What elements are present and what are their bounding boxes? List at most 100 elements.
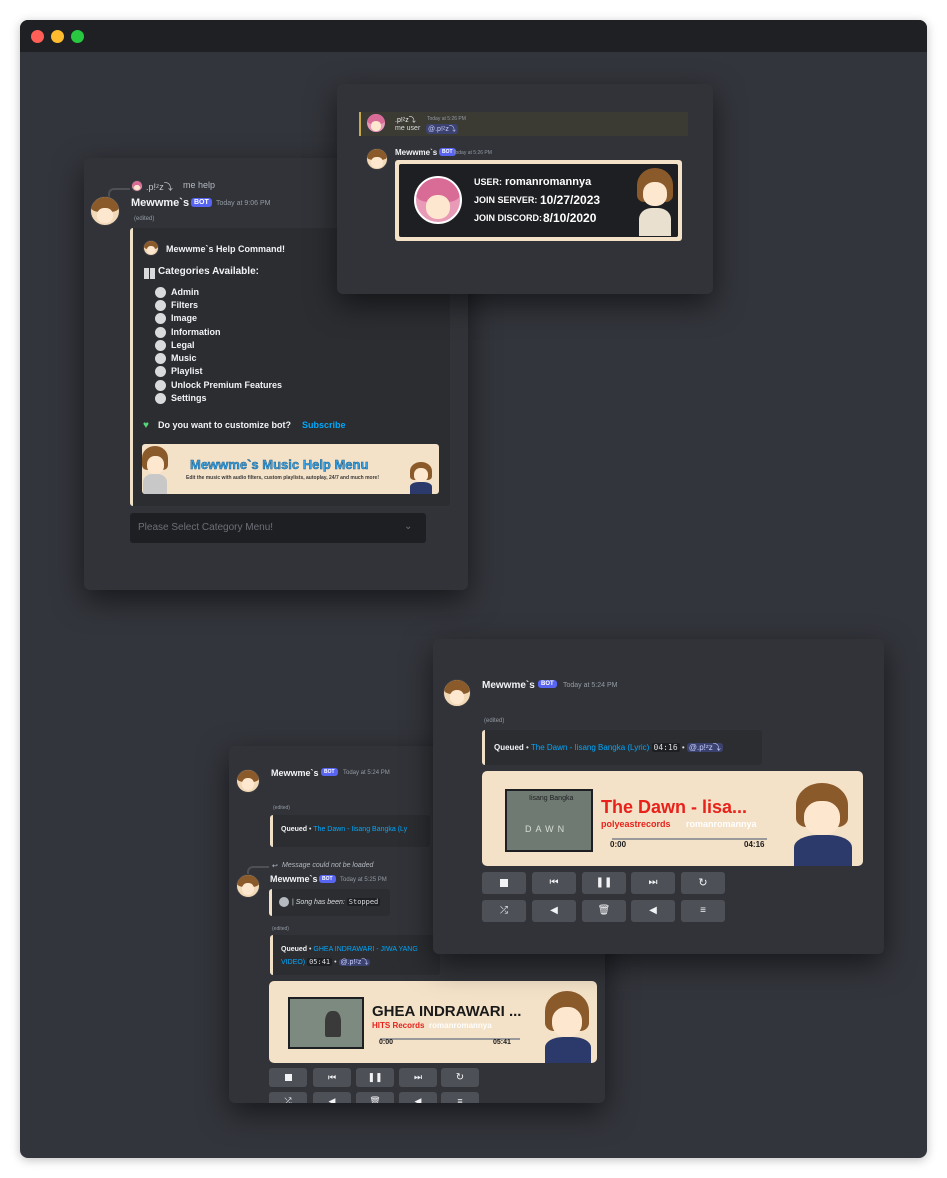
reply-user-avatar[interactable] bbox=[366, 113, 386, 133]
reply-user-name[interactable]: .p!ᶻz⤵ bbox=[395, 115, 416, 125]
join-discord-value: 8/10/2020 bbox=[543, 211, 597, 225]
close-window-button[interactable] bbox=[31, 30, 44, 43]
edited-label: (edited) bbox=[273, 805, 290, 811]
loop-icon: ↻ bbox=[455, 1072, 465, 1083]
settings-icon bbox=[155, 393, 166, 404]
bot-username[interactable]: Mewwme`s bbox=[395, 148, 437, 157]
stop-button[interactable] bbox=[269, 1068, 307, 1087]
edited-label: (edited) bbox=[134, 216, 155, 222]
bot-username[interactable]: Mewwme`s bbox=[271, 768, 319, 778]
category-admin: Admin bbox=[171, 287, 199, 297]
queued-track-link[interactable]: The Dawn - Iisang Bangka (Ly bbox=[313, 826, 407, 833]
volume-down-icon: ◀ bbox=[550, 905, 558, 916]
bot-avatar[interactable] bbox=[443, 679, 471, 707]
player-character bbox=[541, 987, 595, 1063]
volume-up-button[interactable]: ◀ bbox=[631, 900, 675, 922]
filters-icon bbox=[155, 300, 166, 311]
reply-mention[interactable]: @.p!ᶻz⤵ bbox=[426, 124, 458, 134]
song-title: GHEA INDRAWARI ... bbox=[372, 1003, 522, 1020]
title-bar bbox=[20, 20, 927, 52]
bot-avatar-2[interactable] bbox=[236, 874, 260, 898]
maximize-window-button[interactable] bbox=[71, 30, 84, 43]
join-server-value: 10/27/2023 bbox=[540, 193, 601, 207]
user-profile-avatar bbox=[414, 176, 462, 224]
volume-down-button[interactable]: ◀ bbox=[313, 1092, 351, 1103]
help-banner: Mewwme`s Music Help Menu Edit the music … bbox=[142, 444, 439, 494]
embed-title: Mewwme`s Help Command! bbox=[166, 244, 286, 254]
information-icon bbox=[155, 327, 166, 338]
shuffle-button[interactable]: ⤮ bbox=[269, 1092, 307, 1103]
reply-username[interactable]: .p!ᶻz⤵ bbox=[146, 180, 173, 193]
queued2-track-link-end[interactable]: VIDEO) bbox=[281, 959, 305, 966]
bot-username[interactable]: Mewwme`s bbox=[482, 680, 535, 691]
next-button[interactable]: ⏭ bbox=[399, 1068, 437, 1087]
stop-button[interactable] bbox=[482, 872, 526, 894]
queue-button[interactable]: ≡ bbox=[681, 900, 725, 922]
next-button[interactable]: ⏭ bbox=[631, 872, 675, 894]
song-channel: HITS Records bbox=[372, 1021, 425, 1030]
delete-button[interactable]: 🗑 bbox=[582, 900, 626, 922]
song-channel: polyeastrecords bbox=[601, 819, 671, 829]
bot-avatar[interactable] bbox=[366, 148, 388, 170]
user-label: USER: bbox=[474, 177, 503, 187]
edited-label-2: (edited) bbox=[272, 926, 289, 932]
queued-label: Queued bbox=[494, 743, 524, 752]
queued-line: Queued • The Dawn - Iisang Bangka (Ly bbox=[281, 826, 408, 833]
trash-icon: 🗑 bbox=[597, 905, 611, 916]
embed-author-avatar bbox=[143, 240, 159, 256]
playlist-icon bbox=[155, 366, 166, 377]
previous-button[interactable]: ⏮ bbox=[532, 872, 576, 894]
bot-avatar[interactable] bbox=[236, 769, 260, 793]
premium-icon bbox=[155, 380, 166, 391]
delete-button[interactable]: 🗑 bbox=[356, 1092, 394, 1103]
volume-down-icon: ◀ bbox=[328, 1096, 336, 1103]
banner-character-right bbox=[408, 462, 436, 494]
profile-character bbox=[633, 166, 677, 236]
legal-icon bbox=[155, 340, 166, 351]
queued-mention[interactable]: @.p!ᶻz⤵ bbox=[686, 743, 723, 752]
pause-button[interactable]: ❚❚ bbox=[582, 872, 626, 894]
category-image: Image bbox=[171, 313, 198, 323]
reply-avatar bbox=[131, 180, 143, 192]
bot-username[interactable]: Mewwme`s bbox=[131, 197, 189, 209]
previous-icon: ⏮ bbox=[549, 877, 559, 888]
join-discord-label: JOIN DISCORD: bbox=[474, 213, 543, 223]
song-title: The Dawn - lisa... bbox=[601, 797, 748, 817]
loop-icon: ↻ bbox=[698, 877, 708, 889]
admin-icon bbox=[155, 287, 166, 298]
music-icon bbox=[155, 353, 166, 364]
reply-connector bbox=[247, 866, 269, 874]
message-timestamp-2: Today at 5:25 PM bbox=[340, 877, 387, 883]
queued-embed: Queued • The Dawn - Iisang Bangka (Ly bbox=[270, 815, 430, 847]
queue-button[interactable]: ≡ bbox=[441, 1092, 479, 1103]
previous-button[interactable]: ⏮ bbox=[313, 1068, 351, 1087]
time-end: 05:41 bbox=[493, 1039, 511, 1046]
categories-heading: Categories Available: bbox=[158, 266, 259, 277]
subscribe-link[interactable]: Subscribe bbox=[302, 420, 346, 430]
stop-sign-icon bbox=[279, 897, 289, 907]
queued2-mention[interactable]: @.p!ᶻz⤵ bbox=[338, 959, 371, 966]
loop-button[interactable]: ↻ bbox=[681, 872, 725, 894]
bot-badge: BOT bbox=[321, 768, 338, 776]
queued-embed: Queued • The Dawn - Iisang Bangka (Lyric… bbox=[482, 730, 762, 765]
pause-button[interactable]: ❚❚ bbox=[356, 1068, 394, 1087]
shuffle-button[interactable]: ⤮ bbox=[482, 900, 526, 922]
bot-badge: BOT bbox=[191, 198, 212, 207]
stop-icon bbox=[284, 1074, 292, 1081]
queued2-track-link[interactable]: GHEA INDRAWARI - JIWA YANG bbox=[313, 946, 417, 953]
stop-icon bbox=[500, 879, 508, 887]
volume-down-button[interactable]: ◀ bbox=[532, 900, 576, 922]
minimize-window-button[interactable] bbox=[51, 30, 64, 43]
queued-track-link[interactable]: The Dawn - Iisang Bangka (Lyric) bbox=[531, 743, 649, 752]
loop-button[interactable]: ↻ bbox=[441, 1068, 479, 1087]
volume-up-icon: ◀ bbox=[649, 905, 657, 916]
bot-avatar[interactable] bbox=[90, 196, 120, 226]
grid-icon bbox=[144, 268, 155, 279]
next-icon: ⏭ bbox=[413, 1072, 423, 1082]
category-playlist: Playlist bbox=[171, 366, 203, 376]
category-select-menu[interactable]: Please Select Category Menu! ⌄ bbox=[130, 513, 426, 543]
volume-up-button[interactable]: ◀ bbox=[399, 1092, 437, 1103]
user-value: romanromannya bbox=[505, 176, 592, 188]
bot-username-2[interactable]: Mewwme`s bbox=[270, 874, 318, 884]
queued2-line2: VIDEO) 05:41 • @.p!ᶻz⤵ bbox=[281, 958, 371, 966]
